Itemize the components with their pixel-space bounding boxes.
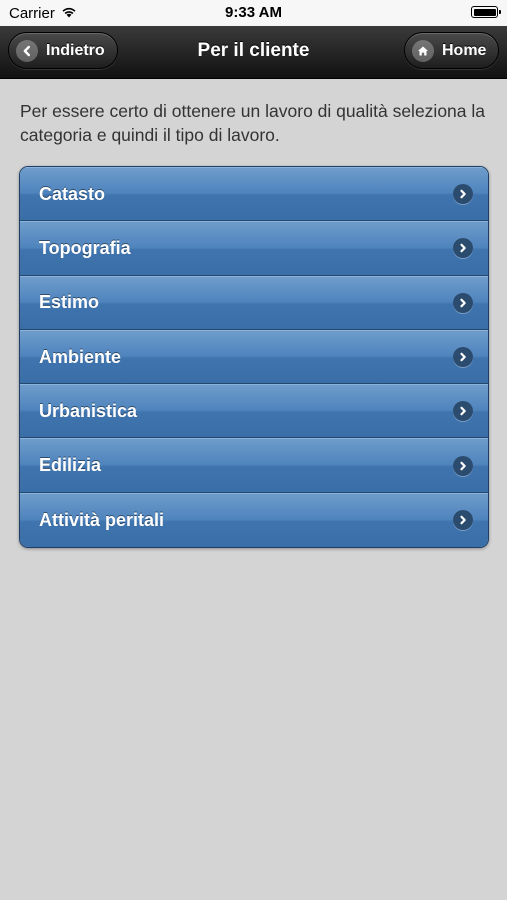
list-item-label: Topografia xyxy=(39,237,131,258)
chevron-right-icon xyxy=(453,347,473,368)
home-button[interactable]: Home xyxy=(404,32,499,69)
battery-icon xyxy=(471,6,501,18)
status-bar: Carrier 9:33 AM xyxy=(0,0,507,26)
list-item-label: Attività peritali xyxy=(39,509,165,530)
list-item-estimo[interactable]: Estimo xyxy=(20,275,488,330)
list-item-urbanistica[interactable]: Urbanistica xyxy=(20,384,488,439)
category-list: Catasto Topografia Estimo Ambiente Urban… xyxy=(19,166,489,549)
home-icon xyxy=(412,39,434,62)
chevron-right-icon xyxy=(453,510,473,531)
chevron-right-icon xyxy=(453,401,473,422)
list-item-label: Edilizia xyxy=(39,455,102,476)
list-item-label: Ambiente xyxy=(39,346,122,367)
chevron-right-icon xyxy=(453,292,473,313)
list-item-ambiente[interactable]: Ambiente xyxy=(20,329,488,385)
list-item-label: Urbanistica xyxy=(39,400,138,421)
chevron-right-icon xyxy=(453,455,473,476)
header-bar: Indietro Per il cliente Home xyxy=(0,26,507,79)
chevron-right-icon xyxy=(453,238,473,259)
list-item-label: Estimo xyxy=(39,292,100,313)
status-time: 9:33 AM xyxy=(225,4,282,21)
list-item-edilizia[interactable]: Edilizia xyxy=(20,438,488,493)
home-button-label: Home xyxy=(442,41,487,59)
list-item-catasto[interactable]: Catasto xyxy=(20,167,488,222)
list-item-topografia[interactable]: Topografia xyxy=(20,221,488,276)
intro-text: Per essere certo di ottenere un lavoro d… xyxy=(20,101,485,145)
chevron-right-icon xyxy=(453,184,473,205)
list-item-label: Catasto xyxy=(39,183,106,204)
list-item-attivita-peritali[interactable]: Attività peritali xyxy=(20,492,488,548)
